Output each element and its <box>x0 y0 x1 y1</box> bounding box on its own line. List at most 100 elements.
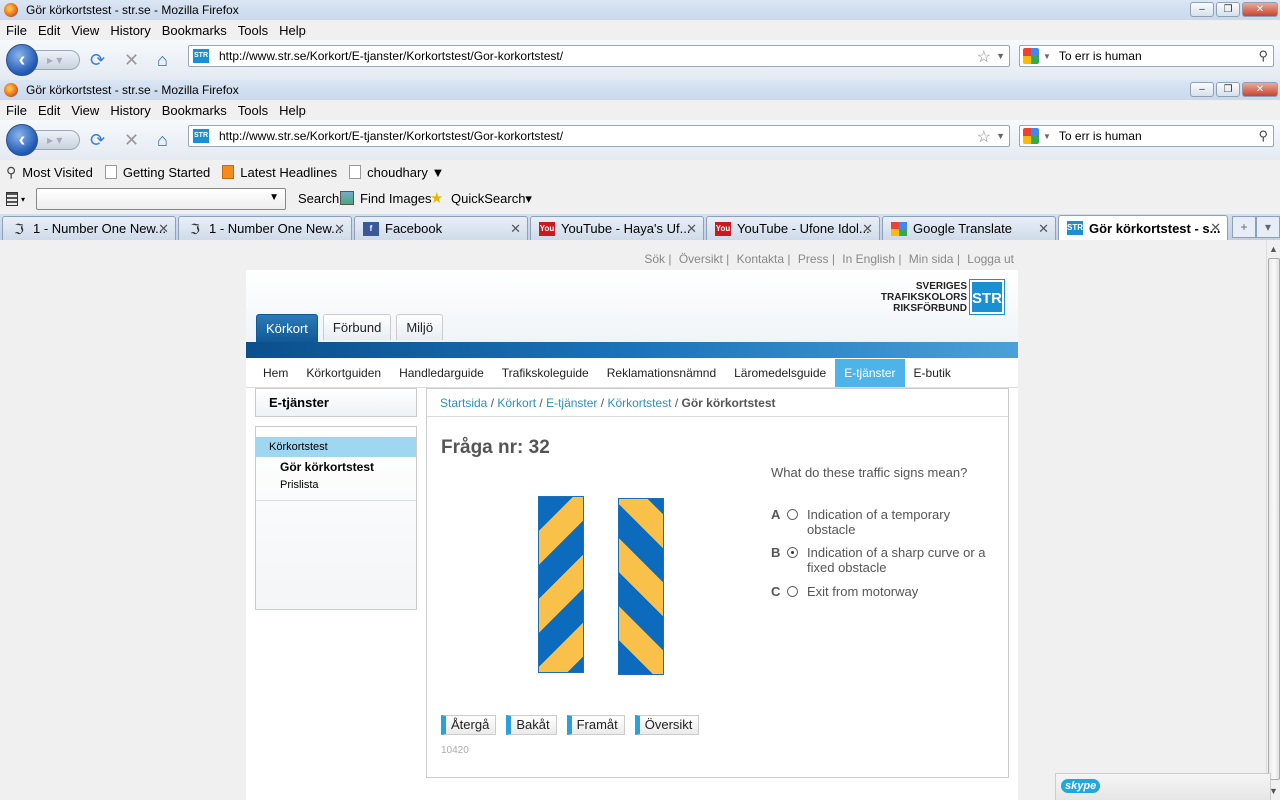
link-sok[interactable]: Sök <box>644 252 665 266</box>
search-engine-dropdown-icon[interactable]: ▼ <box>1043 132 1051 141</box>
tab-close-icon[interactable]: ✕ <box>510 221 521 237</box>
menu-view[interactable]: View <box>71 103 99 118</box>
stop-icon[interactable]: ✕ <box>124 130 139 151</box>
bookmark-star-icon[interactable]: ☆ <box>977 127 991 147</box>
film-dropdown-icon[interactable]: ▾ <box>21 195 25 204</box>
link-min-sida[interactable]: Min sida <box>909 252 954 266</box>
link-in-english[interactable]: In English <box>842 252 895 266</box>
answer-option-c[interactable]: C Exit from motorway <box>771 584 1001 599</box>
tab-close-icon[interactable]: ✕ <box>334 221 345 237</box>
url-dropdown-icon[interactable]: ▼ <box>996 51 1005 61</box>
subnav-korkortguiden[interactable]: Körkortguiden <box>297 359 390 387</box>
subnav-trafikskoleguide[interactable]: Trafikskoleguide <box>493 359 598 387</box>
forward-button[interactable]: ▸ ▾ <box>34 130 80 150</box>
minimize-button[interactable]: ‒ <box>1190 82 1214 97</box>
search-icon[interactable]: ⚲ <box>1258 48 1268 64</box>
bookmark-choudhary[interactable]: choudhary ▼ <box>349 165 444 180</box>
link-logga-ut[interactable]: Logga ut <box>967 252 1014 266</box>
radio-option-c[interactable] <box>787 586 798 597</box>
sidebar-item-gor-korkortstest[interactable]: Gör körkortstest <box>256 458 416 476</box>
search-icon[interactable]: ⚲ <box>1258 128 1268 144</box>
radio-option-b[interactable] <box>787 547 798 558</box>
tab-gor-korkortstest[interactable]: STR Gör körkortstest - s... ✕ <box>1058 215 1228 240</box>
subnav-e-tjanster[interactable]: E-tjänster <box>835 358 905 387</box>
restore-button[interactable]: ❐ <box>1216 82 1240 97</box>
menu-bookmarks[interactable]: Bookmarks <box>162 23 227 38</box>
scrollbar-thumb[interactable] <box>1268 258 1280 780</box>
subnav-laromedelsguide[interactable]: Läromedelsguide <box>725 359 835 387</box>
bookmark-most-visited[interactable]: ⚲ Most Visited <box>6 164 93 181</box>
combo-dropdown-icon[interactable]: ▼ <box>269 192 279 203</box>
aterga-button[interactable]: Återgå <box>441 715 497 735</box>
vertical-scrollbar[interactable]: ▲ ▼ <box>1266 240 1280 800</box>
tab-close-icon[interactable]: ✕ <box>862 221 873 237</box>
forward-button[interactable]: ▸ ▾ <box>34 50 80 70</box>
tab-close-icon[interactable]: ✕ <box>686 221 697 237</box>
google-icon[interactable] <box>1023 48 1039 64</box>
tab-number-one-news-1[interactable]: ℑ 1 - Number One New... ✕ <box>2 216 176 240</box>
link-kontakta[interactable]: Kontakta <box>737 252 784 266</box>
tab-youtube-ufone[interactable]: You YouTube - Ufone Idol... ✕ <box>706 216 880 240</box>
bookmark-star-icon[interactable]: ☆ <box>977 47 991 67</box>
reload-icon[interactable]: ⟳ <box>90 130 105 151</box>
url-bar[interactable]: STR http://www.str.se/Korkort/E-tjanster… <box>188 45 1010 67</box>
scroll-up-icon[interactable]: ▲ <box>1269 244 1278 254</box>
subnav-reklamationsnamnd[interactable]: Reklamationsnämnd <box>598 359 725 387</box>
menu-history[interactable]: History <box>110 23 150 38</box>
skype-bar[interactable]: skype <box>1055 773 1271 800</box>
link-oversikt[interactable]: Översikt <box>679 252 723 266</box>
url-bar[interactable]: STR http://www.str.se/Korkort/E-tjanster… <box>188 125 1010 147</box>
tab-number-one-news-2[interactable]: ℑ 1 - Number One New... ✕ <box>178 216 352 240</box>
quicksearch-button[interactable]: QuickSearch▾ <box>451 191 532 207</box>
answer-option-a[interactable]: A Indication of a temporary obstacle <box>771 507 1001 537</box>
tab-list-button[interactable]: ▾ <box>1256 216 1280 238</box>
film-icon[interactable] <box>6 192 18 206</box>
bookmark-getting-started[interactable]: Getting Started <box>104 165 210 180</box>
tab-facebook[interactable]: f Facebook ✕ <box>354 216 528 240</box>
search-box[interactable]: ▼ To err is human ⚲ <box>1019 45 1274 67</box>
tab-close-icon[interactable]: ✕ <box>1210 220 1221 236</box>
menu-edit[interactable]: Edit <box>38 23 60 38</box>
new-tab-button[interactable]: + <box>1232 216 1256 238</box>
bookmark-latest-headlines[interactable]: Latest Headlines <box>222 165 337 180</box>
tab-forbund[interactable]: Förbund <box>322 314 392 340</box>
subnav-hem[interactable]: Hem <box>254 359 297 387</box>
menu-help[interactable]: Help <box>279 23 306 38</box>
radio-option-a[interactable] <box>787 509 798 520</box>
home-icon[interactable]: ⌂ <box>157 130 168 151</box>
search-box[interactable]: ▼ To err is human ⚲ <box>1019 125 1274 147</box>
framat-button[interactable]: Framåt <box>566 715 625 735</box>
sidebar-item-prislista[interactable]: Prislista <box>256 476 416 494</box>
subnav-handledarguide[interactable]: Handledarguide <box>390 359 493 387</box>
toolbar-search-button[interactable]: Search <box>298 191 339 206</box>
back-button[interactable]: ‹ <box>6 124 38 156</box>
answer-option-b[interactable]: B Indication of a sharp curve or a fixed… <box>771 545 1001 575</box>
tab-miljo[interactable]: Miljö <box>396 314 444 340</box>
google-icon[interactable] <box>1023 128 1039 144</box>
menu-tools[interactable]: Tools <box>238 23 268 38</box>
stop-icon[interactable]: ✕ <box>124 50 139 71</box>
close-button[interactable]: ✕ <box>1242 82 1278 97</box>
menu-file[interactable]: File <box>6 23 27 38</box>
home-icon[interactable]: ⌂ <box>157 50 168 71</box>
crumb-e-tjanster[interactable]: E-tjänster <box>546 396 597 410</box>
minimize-button[interactable]: ‒ <box>1190 2 1214 17</box>
menu-edit[interactable]: Edit <box>38 103 60 118</box>
toolbar-search-combo[interactable]: ▼ <box>36 188 286 210</box>
bakat-button[interactable]: Bakåt <box>506 715 557 735</box>
crumb-korkort[interactable]: Körkort <box>497 396 536 410</box>
tab-close-icon[interactable]: ✕ <box>1038 221 1049 237</box>
reload-icon[interactable]: ⟳ <box>90 50 105 71</box>
menu-bookmarks[interactable]: Bookmarks <box>162 103 227 118</box>
link-press[interactable]: Press <box>798 252 829 266</box>
menu-history[interactable]: History <box>110 103 150 118</box>
tab-close-icon[interactable]: ✕ <box>158 221 169 237</box>
close-button[interactable]: ✕ <box>1242 2 1278 17</box>
sidebar-item-korkortstest[interactable]: Körkortstest <box>256 437 416 457</box>
str-logo[interactable]: SVERIGES TRAFIKSKOLORS RIKSFÖRBUND STR <box>881 279 1005 315</box>
menu-tools[interactable]: Tools <box>238 103 268 118</box>
menu-file[interactable]: File <box>6 103 27 118</box>
menu-help[interactable]: Help <box>279 103 306 118</box>
url-dropdown-icon[interactable]: ▼ <box>996 131 1005 141</box>
oversikt-button[interactable]: Översikt <box>634 715 700 735</box>
